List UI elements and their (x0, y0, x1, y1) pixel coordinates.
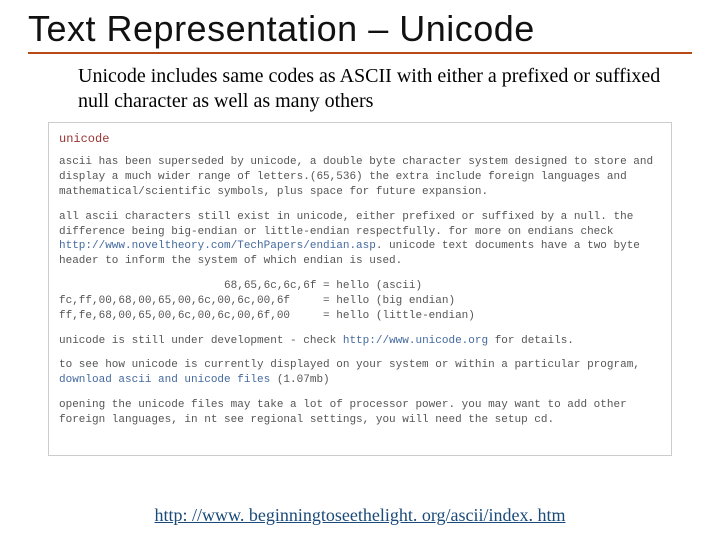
endian-link[interactable]: http://www.noveltheory.com/TechPapers/en… (59, 240, 376, 252)
screenshot-clip: unicode ascii has been superseded by uni… (48, 122, 672, 456)
footer-link[interactable]: http: //www. beginningtoseethelight. org… (155, 505, 566, 525)
clip-para-1: ascii has been superseded by unicode, a … (59, 155, 661, 200)
slide-title: Text Representation – Unicode (28, 8, 692, 54)
ex3-right: hello (little-endian) (336, 310, 475, 322)
footer-link-wrap: http: //www. beginningtoseethelight. org… (0, 505, 720, 526)
ex2-right: hello (big endian) (336, 295, 455, 307)
clip-para-2: all ascii characters still exist in unic… (59, 210, 661, 269)
ex3-left: ff,fe,68,00,65,00,6c,00,6c,00,6f,00 (59, 310, 290, 322)
slide-subtitle: Unicode includes same codes as ASCII wit… (78, 64, 662, 114)
clip-para-2a: all ascii characters still exist in unic… (59, 211, 633, 238)
clip-heading: unicode (59, 131, 661, 147)
clip-para-3b: for details. (488, 335, 574, 347)
clip-para-4: to see how unicode is currently displaye… (59, 358, 661, 388)
ex1-left: 68,65,6c,6c,6f (59, 280, 316, 292)
example-block: 68,65,6c,6c,6f = hello (ascii) fc,ff,00,… (59, 279, 661, 324)
unicode-org-link[interactable]: http://www.unicode.org (343, 335, 488, 347)
download-link[interactable]: download ascii and unicode files (59, 374, 270, 386)
ex1-right: hello (ascii) (336, 280, 422, 292)
clip-para-5: opening the unicode files may take a lot… (59, 398, 661, 428)
clip-para-3a: unicode is still under development - che… (59, 335, 343, 347)
clip-para-3: unicode is still under development - che… (59, 334, 661, 349)
ex2-left: fc,ff,00,68,00,65,00,6c,00,6c,00,6f (59, 295, 290, 307)
clip-para-4a: to see how unicode is currently displaye… (59, 359, 640, 371)
clip-para-4b: (1.07mb) (270, 374, 329, 386)
